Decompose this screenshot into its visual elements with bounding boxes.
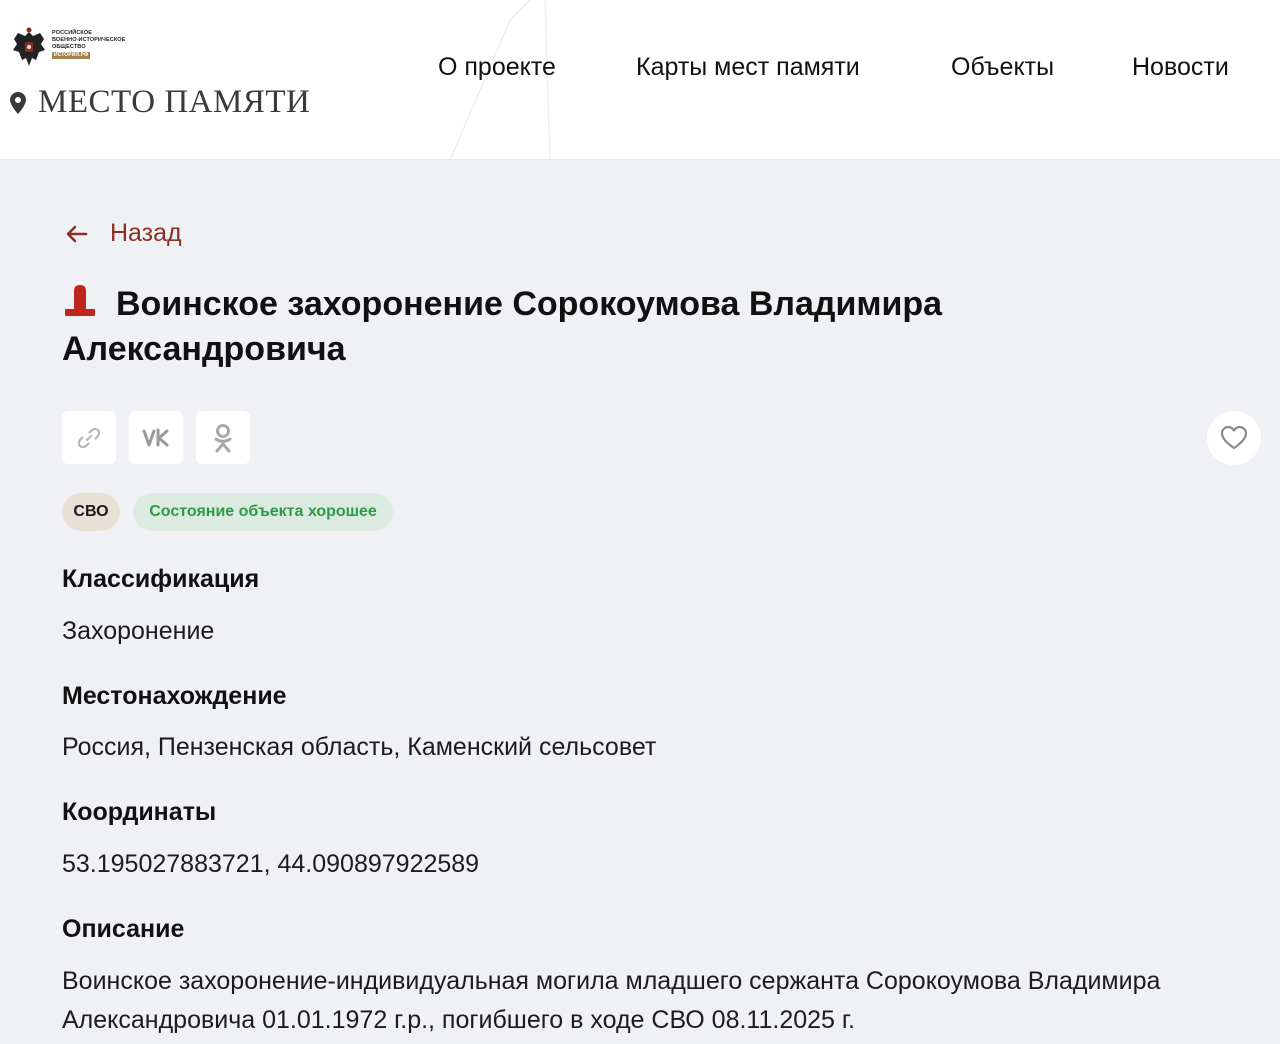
vk-icon	[142, 428, 169, 446]
nav-item-maps[interactable]: Карты мест памяти	[636, 53, 860, 82]
share-vk-button[interactable]	[129, 411, 183, 464]
location-value: Россия, Пензенская область, Каменский се…	[62, 733, 657, 761]
heart-icon	[1220, 425, 1248, 450]
site-name[interactable]: МЕСТО ПАМЯТИ	[10, 84, 310, 121]
page-title: Воинское захоронение Сорокоумова Владими…	[62, 282, 1062, 372]
classification-label: Классификация	[62, 565, 260, 593]
org-line: Российское	[52, 30, 92, 36]
arrow-left-icon	[66, 225, 88, 242]
map-pin-icon	[10, 91, 26, 114]
favorite-button[interactable]	[1207, 411, 1261, 465]
nav-item-objects[interactable]: Объекты	[951, 53, 1054, 82]
nav-item-news[interactable]: Новости	[1132, 53, 1229, 82]
ok-icon	[214, 423, 232, 452]
link-icon	[77, 427, 101, 448]
org-line: общество	[52, 44, 86, 50]
coordinates-label: Координаты	[62, 798, 217, 826]
location-label: Местонахождение	[62, 682, 287, 710]
main-nav: О проекте Карты мест памяти Объекты Ново…	[0, 53, 1280, 89]
site-header: Российское военно-историческое общество …	[0, 0, 1280, 160]
site-name-text: МЕСТО ПАМЯТИ	[38, 84, 311, 120]
description-label: Описание	[62, 915, 185, 943]
share-ok-button[interactable]	[196, 411, 250, 464]
copy-link-button[interactable]	[62, 411, 116, 464]
page-title-text: Воинское захоронение Сорокоумова Владими…	[62, 285, 943, 368]
nav-item-about[interactable]: О проекте	[438, 53, 556, 82]
description-text: Воинское захоронение-индивидуальная моги…	[62, 967, 1161, 1034]
gravestone-icon	[65, 285, 95, 316]
back-link[interactable]: Назад	[66, 219, 182, 248]
state-badge: Состояние объекта хорошее	[133, 493, 393, 531]
classification-value: Захоронение	[62, 617, 215, 645]
back-label: Назад	[110, 219, 182, 247]
category-badge: СВО	[62, 493, 120, 531]
coordinates-value: 53.195027883721, 44.090897922589	[62, 850, 480, 878]
org-line: военно-историческое	[52, 37, 126, 43]
